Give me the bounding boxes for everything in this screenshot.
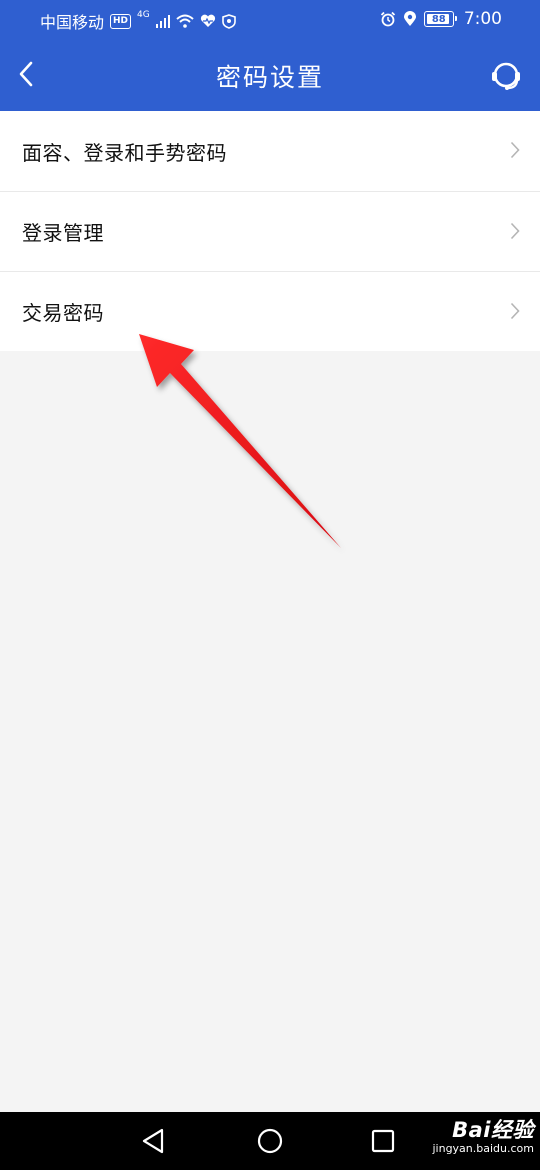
nav-back-icon[interactable] [140,1127,166,1155]
red-arrow-shape [139,334,341,548]
app-header: 中国移动 HD 4G 88 7:00 密码设置 [0,0,540,111]
menu-item-trade-password[interactable]: 交易密码 [0,271,540,351]
battery-level: 88 [431,13,446,25]
status-right: 88 7:00 [380,9,502,29]
carrier-label: 中国移动 [40,13,105,32]
menu-item-label: 面容、登录和手势密码 [22,140,227,165]
headset-icon [492,62,520,90]
status-bar: 中国移动 HD 4G 88 7:00 [0,0,540,38]
status-left: 中国移动 HD 4G [40,9,236,33]
clock-time: 7:00 [463,9,502,29]
watermark-url: jingyan.baidu.com [432,1142,534,1155]
signal-icon [155,14,170,28]
menu-item-label: 交易密码 [22,301,104,325]
wifi-icon [176,14,194,28]
network-type-label: 4G [137,10,150,20]
location-icon [403,11,416,26]
chevron-right-icon [510,302,520,320]
battery-icon: 88 [423,11,457,27]
health-heart-icon [200,14,215,27]
customer-support-button[interactable] [486,56,526,96]
alarm-icon [380,11,395,27]
watermark-logo: Bai经验 [452,1118,534,1142]
baidu-jingyan-watermark: Bai经验 jingyan.baidu.com [432,1118,534,1156]
menu-item-label: 登录管理 [22,221,104,245]
menu-item-login-management[interactable]: 登录管理 [0,191,540,271]
system-nav-bar: Bai经验 jingyan.baidu.com [0,1112,540,1170]
hd-badge: HD [110,13,132,29]
chevron-right-icon [510,222,520,240]
settings-menu-list: 面容、登录和手势密码 登录管理 交易密码 [0,111,540,351]
nav-home-icon[interactable] [256,1127,284,1155]
chevron-right-icon [510,141,520,159]
nav-recent-icon[interactable] [371,1129,395,1153]
shield-icon [221,13,236,29]
page-title: 密码设置 [215,63,324,92]
menu-item-face-login-gesture-password[interactable]: 面容、登录和手势密码 [0,111,540,191]
